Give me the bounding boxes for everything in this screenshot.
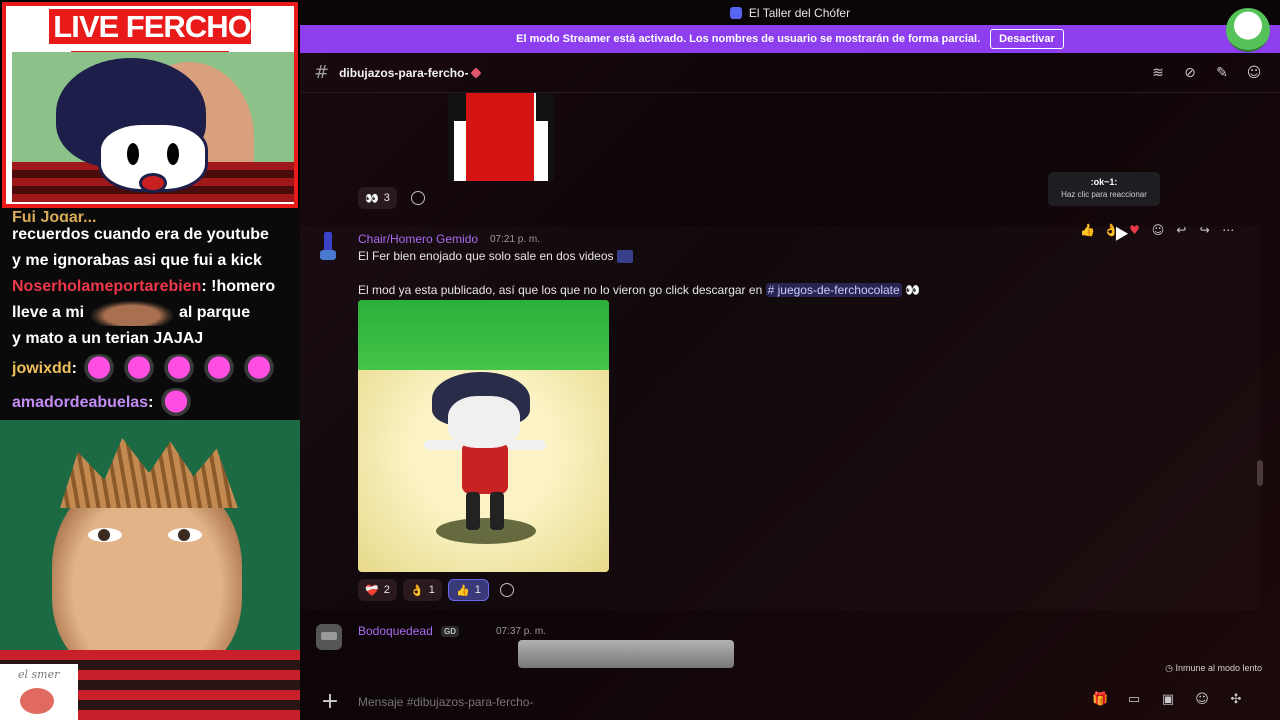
deactivate-button[interactable]: Desactivar: [990, 29, 1064, 49]
signature-logo: el smer: [0, 664, 78, 720]
facecam-frame: LIVE FERCHO REACTION: [2, 2, 298, 208]
hash-icon: #: [314, 62, 330, 83]
discord-app: El Taller del Chófer El modo Streamer es…: [300, 0, 1280, 720]
chat-line: lleve a mi al parque: [12, 300, 288, 326]
message-text: El mod ya esta publicado, así que los qu…: [358, 283, 920, 297]
crayon-icon: [470, 66, 483, 79]
sticker-icon: [616, 250, 633, 264]
author-avatar[interactable]: [318, 232, 340, 262]
facecam-video: [12, 52, 294, 202]
emote-icon: [157, 388, 194, 418]
eyes-emoji: 👀: [905, 283, 920, 297]
apps-icon[interactable]: ✣: [1228, 692, 1244, 708]
thumbs-up-emoji: 👍: [456, 584, 470, 597]
channel-mention[interactable]: # juegos-de-ferchocolate: [765, 283, 902, 297]
add-reaction-icon[interactable]: [500, 583, 514, 597]
gif-icon[interactable]: ▭: [1126, 692, 1142, 708]
emote-icon: [241, 354, 278, 384]
message-composer: + 🎁 ▭ ▣ ☺ ✣: [300, 684, 1280, 720]
thumbs-up-icon[interactable]: 👍: [1079, 221, 1096, 239]
message-actions-toolbar: 👍 👌 ♥ ☺ ↩ ↪ ⋯: [1075, 218, 1241, 242]
channel-name: dibujazos-para-fercho-: [339, 65, 469, 80]
reaction-pill[interactable]: 👀 3: [358, 187, 397, 209]
slow-mode-indicator: ◷ Inmune al modo lento: [1165, 663, 1262, 673]
message-attachment-image[interactable]: [448, 93, 554, 181]
chat-line: y me ignorabas asi que fui a kick: [12, 252, 262, 269]
forward-icon[interactable]: ↪: [1196, 221, 1213, 239]
emote-icon: [121, 354, 158, 384]
guild-badge: GD: [441, 626, 459, 637]
user-avatar[interactable]: [1226, 8, 1270, 52]
reaction-pill[interactable]: 👌 1: [403, 579, 442, 601]
chat-line: recuerdos cuando era de youtube: [12, 226, 269, 243]
reaction-count: 1: [428, 584, 435, 596]
emote-icon: [201, 354, 238, 384]
emoji-icon[interactable]: ☺: [1194, 692, 1210, 708]
add-reaction-icon[interactable]: ☺: [1149, 221, 1166, 239]
server-icon: [729, 6, 742, 19]
channel-header: # dibujazos-para-fercho- ≋ ⊘ ✎ ☺: [300, 53, 1280, 93]
emote-icon: [81, 354, 118, 384]
more-icon[interactable]: ⋯: [1220, 221, 1237, 239]
message-attachment-image[interactable]: [518, 640, 734, 668]
cartoon-avatar-face: [98, 122, 208, 193]
members-icon[interactable]: ☺: [1246, 65, 1262, 81]
heart-icon[interactable]: ♥: [1126, 221, 1143, 239]
pin-icon[interactable]: ✎: [1214, 65, 1230, 81]
facecam-title: LIVE FERCHO REACTION: [6, 6, 294, 86]
streamer-mode-banner: El modo Streamer está activado. Los nomb…: [300, 25, 1280, 53]
eyes-emoji: 👀: [365, 192, 379, 205]
author-avatar[interactable]: [316, 624, 342, 650]
window-title: El Taller del Chófer: [748, 5, 851, 20]
reaction-count: 1: [474, 584, 481, 596]
gift-icon[interactable]: 🎁: [1092, 692, 1108, 708]
scrollbar-thumb[interactable]: [1257, 460, 1263, 486]
face-emote-icon: [88, 300, 175, 326]
message-input[interactable]: [358, 695, 858, 709]
message-author[interactable]: Bodoquedead: [358, 624, 433, 638]
sticker-icon[interactable]: ▣: [1160, 692, 1176, 708]
chat-username: Noserholameportarebien: [12, 278, 202, 295]
message-timestamp: 07:37 p. m.: [496, 626, 547, 637]
add-reaction-icon[interactable]: [411, 191, 425, 205]
reaction-tooltip: :ok~1: Haz clic para reaccionar: [1048, 172, 1160, 206]
message-author[interactable]: Chair/Homero Gemido: [358, 232, 478, 246]
message-attachment-image[interactable]: [358, 300, 609, 572]
chat-line: Noserholameportarebien: !homero: [12, 278, 276, 295]
chat-username: amadordeabuelas: [12, 394, 149, 412]
stream-overlay: LIVE FERCHO REACTION Fui Jogar... recuer…: [0, 0, 300, 720]
reaction-pill[interactable]: ❤️‍🩹 2: [358, 579, 397, 601]
reaction-count: 3: [383, 192, 390, 204]
ok-hand-emoji: 👌: [410, 584, 424, 597]
message-timestamp: 07:21 p. m.: [490, 234, 541, 245]
chat-line-partial: Fui Jogar...: [12, 210, 97, 222]
streamer-notice: El modo Streamer está activado. Los nomb…: [516, 33, 981, 45]
chat-line: amadordeabuelas:: [12, 386, 288, 420]
chat-line: y mato a un terian JAJAJ: [12, 330, 204, 348]
threads-icon[interactable]: ≋: [1150, 65, 1166, 81]
mending-heart-emoji: ❤️‍🩹: [365, 584, 379, 597]
reply-icon[interactable]: ↩: [1173, 221, 1190, 239]
reaction-image: el smer: [0, 420, 300, 720]
emote-icon: [161, 354, 198, 384]
reaction-pill-active[interactable]: 👍 1: [448, 579, 489, 601]
chat-line: jowixdd:: [12, 352, 288, 386]
chat-username: jowixdd: [12, 360, 72, 378]
attach-plus-icon[interactable]: +: [320, 691, 340, 713]
stream-chat: Fui Jogar... recuerdos cuando era de you…: [0, 208, 300, 420]
mute-icon[interactable]: ⊘: [1182, 65, 1198, 81]
window-titlebar: El Taller del Chófer: [300, 0, 1280, 25]
message-text: El Fer bien enojado que solo sale en dos…: [358, 249, 633, 264]
reaction-count: 2: [383, 584, 390, 596]
